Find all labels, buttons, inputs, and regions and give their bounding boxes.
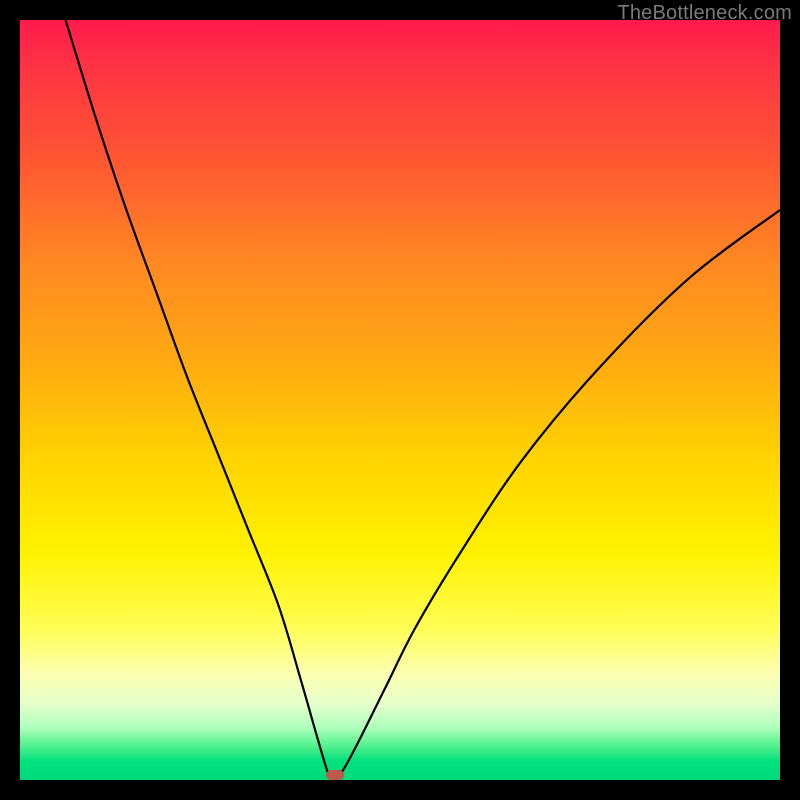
plot-frame (20, 20, 780, 780)
bottleneck-curve-svg (20, 20, 780, 780)
bottleneck-curve-path (66, 20, 780, 777)
optimal-point-marker (326, 770, 344, 780)
plot-area (20, 20, 780, 780)
